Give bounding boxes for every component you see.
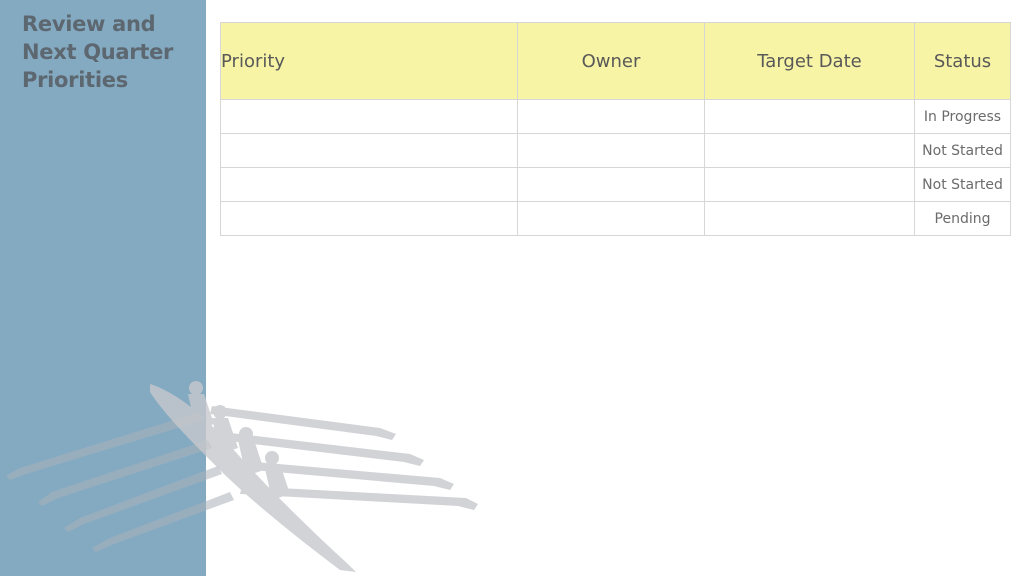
header-owner: Owner: [517, 22, 705, 100]
cell-owner[interactable]: [517, 167, 705, 202]
header-priority: Priority: [220, 22, 518, 100]
slide-title: Review and Next Quarter Priorities: [22, 12, 174, 92]
cell-owner[interactable]: [517, 133, 705, 168]
table-row: Pending: [220, 201, 1011, 236]
cell-priority[interactable]: [220, 201, 518, 236]
cell-target-date[interactable]: [704, 99, 915, 134]
priorities-table: Priority Owner Target Date Status In Pro…: [220, 22, 1011, 236]
cell-owner[interactable]: [517, 99, 705, 134]
status-badge[interactable]: Pending: [914, 201, 1011, 236]
header-target-date: Target Date: [704, 22, 915, 100]
cell-target-date[interactable]: [704, 201, 915, 236]
cell-priority[interactable]: [220, 99, 518, 134]
table-header-row: Priority Owner Target Date Status: [220, 22, 1011, 100]
cell-target-date[interactable]: [704, 167, 915, 202]
status-badge[interactable]: In Progress: [914, 99, 1011, 134]
cell-target-date[interactable]: [704, 133, 915, 168]
status-badge[interactable]: Not Started: [914, 167, 1011, 202]
table-row: Not Started: [220, 133, 1011, 168]
cell-owner[interactable]: [517, 201, 705, 236]
table-row: Not Started: [220, 167, 1011, 202]
rowing-crew-silhouette: [6, 381, 478, 572]
cell-priority[interactable]: [220, 167, 518, 202]
header-status: Status: [914, 22, 1011, 100]
table-row: In Progress: [220, 99, 1011, 134]
cell-priority[interactable]: [220, 133, 518, 168]
status-badge[interactable]: Not Started: [914, 133, 1011, 168]
